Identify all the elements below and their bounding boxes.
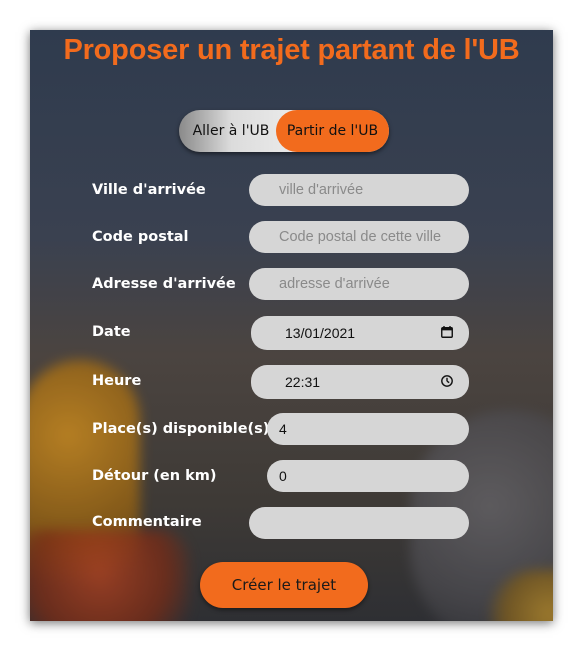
toggle-option-partir[interactable]: Partir de l'UB [276, 110, 389, 152]
detour-input[interactable]: 0 [267, 460, 469, 492]
label-date: Date [92, 324, 131, 340]
commentaire-input[interactable] [249, 507, 469, 539]
code-postal-input[interactable]: Code postal de cette ville [249, 221, 469, 253]
code-postal-placeholder: Code postal de cette ville [279, 229, 442, 245]
calendar-icon[interactable] [441, 326, 453, 338]
places-input[interactable]: 4 [267, 413, 469, 445]
date-input[interactable]: 13/01/2021 [251, 316, 469, 350]
heure-value: 22:31 [285, 374, 321, 390]
label-ville: Ville d'arrivée [92, 182, 206, 198]
ville-input[interactable]: ville d'arrivée [249, 174, 469, 206]
label-code-postal: Code postal [92, 229, 189, 245]
adresse-placeholder: adresse d'arrivée [279, 276, 390, 292]
clock-icon[interactable] [441, 375, 453, 387]
date-value: 13/01/2021 [285, 325, 356, 341]
label-detour: Détour (en km) [92, 468, 217, 484]
toggle-option-aller[interactable]: Aller à l'UB [185, 110, 277, 152]
ville-placeholder: ville d'arrivée [279, 182, 364, 198]
detour-value: 0 [279, 468, 287, 484]
heure-input[interactable]: 22:31 [251, 365, 469, 399]
create-trip-button[interactable]: Créer le trajet [200, 562, 368, 608]
form-panel: Proposer un trajet partant de l'UB Aller… [30, 30, 553, 621]
places-value: 4 [279, 421, 287, 437]
background-car-shape-2 [30, 530, 190, 621]
label-commentaire: Commentaire [92, 514, 202, 530]
label-heure: Heure [92, 373, 142, 389]
label-adresse: Adresse d'arrivée [92, 276, 236, 292]
adresse-input[interactable]: adresse d'arrivée [249, 268, 469, 300]
label-places: Place(s) disponible(s) [92, 421, 270, 437]
page-title: Proposer un trajet partant de l'UB [63, 34, 520, 66]
direction-toggle[interactable]: Aller à l'UB Partir de l'UB [179, 110, 389, 152]
